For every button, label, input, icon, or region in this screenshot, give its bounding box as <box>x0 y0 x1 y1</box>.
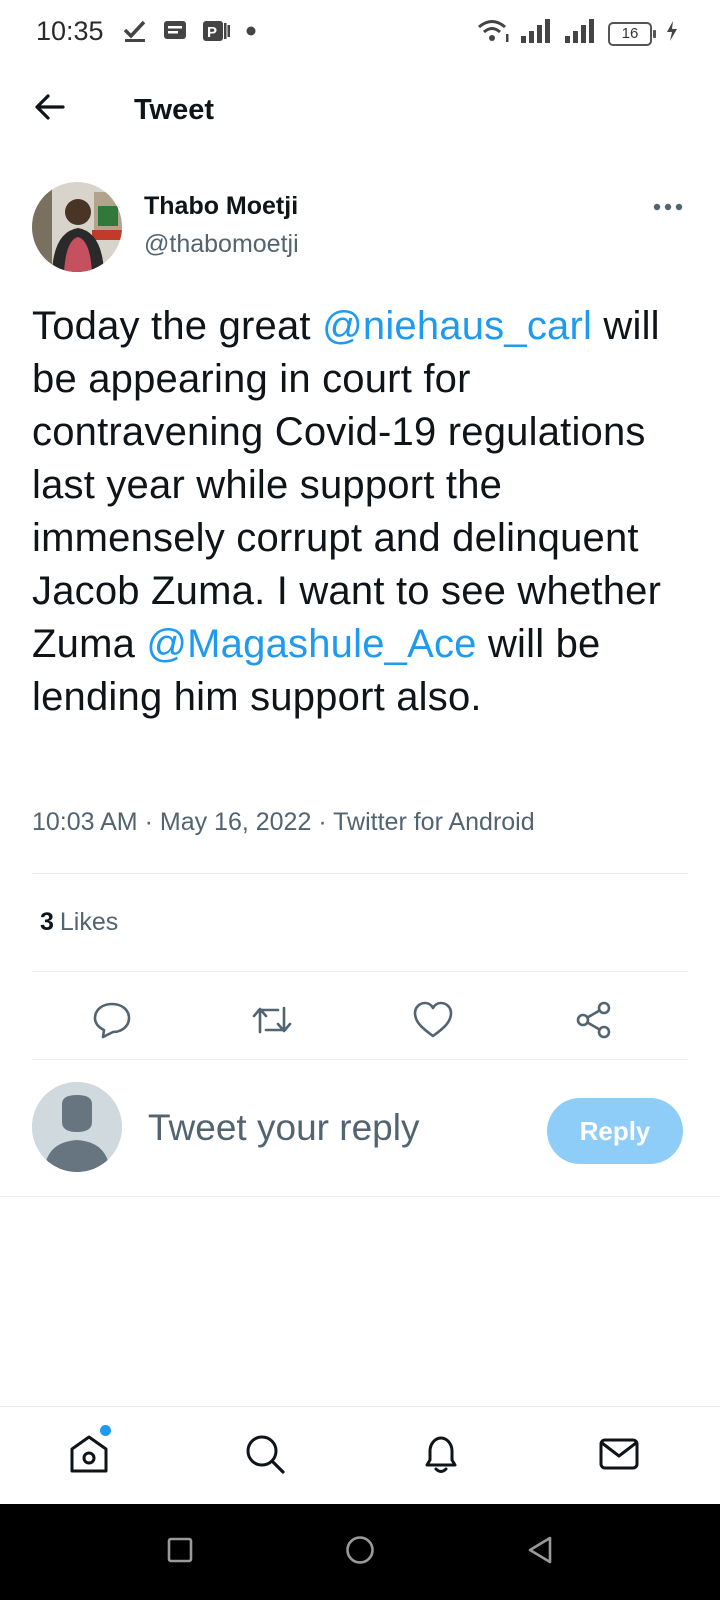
reply-button[interactable] <box>86 996 138 1048</box>
dot-icon <box>244 24 258 43</box>
back-button[interactable] <box>26 86 72 132</box>
message-icon <box>162 19 188 48</box>
tweet-source-link[interactable]: Twitter for Android <box>333 808 534 836</box>
reply-submit-button[interactable]: Reply <box>547 1098 683 1164</box>
reply-input[interactable] <box>148 1104 518 1152</box>
recent-apps-button[interactable] <box>160 1532 200 1572</box>
share-button[interactable] <box>568 996 620 1048</box>
bottom-nav <box>0 1406 720 1505</box>
nav-search[interactable] <box>240 1431 290 1481</box>
more-icon <box>653 198 683 216</box>
retweet-icon <box>250 1000 294 1045</box>
nav-notifications[interactable] <box>416 1431 466 1481</box>
nav-messages[interactable] <box>594 1431 644 1481</box>
separator: · <box>144 808 153 836</box>
tweet-text-part: will be appearing in court for contraven… <box>32 304 662 666</box>
status-bar: 10:35 P 16 <box>0 0 720 66</box>
default-avatar-icon <box>32 1082 122 1172</box>
new-content-dot <box>100 1425 111 1436</box>
author-name[interactable]: Thabo Moetji <box>144 192 298 221</box>
reply-composer: Reply <box>0 1060 720 1197</box>
separator: · <box>318 808 327 836</box>
tweet-author: Thabo Moetji @thabomoetji <box>32 182 688 274</box>
likes-number: 3 <box>40 908 54 936</box>
arrow-left-icon <box>33 93 65 126</box>
triangle-back-icon <box>526 1535 554 1570</box>
search-icon <box>243 1432 287 1481</box>
wifi-icon <box>476 18 510 49</box>
divider <box>32 971 688 972</box>
signal-icon <box>520 18 554 49</box>
app-notification-icon: P <box>202 19 230 48</box>
more-options-button[interactable] <box>648 194 688 220</box>
status-left-icons: P <box>122 18 258 49</box>
mention-link[interactable]: @niehaus_carl <box>322 304 592 348</box>
like-button[interactable] <box>407 996 459 1048</box>
signal-icon <box>564 18 598 49</box>
reply-icon <box>92 1000 132 1045</box>
tweet-actions <box>32 986 688 1058</box>
avatar[interactable] <box>32 182 122 272</box>
likes-label: Likes <box>59 908 119 936</box>
tweet-meta: 10:03 AM · May 16, 2022 · Twitter for An… <box>32 808 535 837</box>
home-system-button[interactable] <box>340 1532 380 1572</box>
circle-icon <box>345 1535 375 1570</box>
messages-icon <box>597 1432 641 1481</box>
tweet-text: Today the great @niehaus_carl will be ap… <box>32 300 672 724</box>
share-icon <box>574 1000 614 1045</box>
divider <box>32 873 688 874</box>
check-icon <box>122 18 148 49</box>
nav-home[interactable] <box>64 1425 114 1481</box>
page-title: Tweet <box>134 94 215 126</box>
retweet-button[interactable] <box>246 996 298 1048</box>
tweet-text-part: Today the great <box>32 304 323 348</box>
square-icon <box>167 1537 193 1568</box>
header-bar: Tweet <box>0 66 720 158</box>
home-icon <box>67 1432 111 1481</box>
likes-count[interactable]: 3 Likes <box>40 908 118 937</box>
status-time: 10:35 <box>36 16 104 46</box>
notifications-icon <box>419 1432 463 1481</box>
tweet-time: 10:03 AM <box>32 808 138 836</box>
author-handle[interactable]: @thabomoetji <box>144 230 299 259</box>
system-navigation-bar <box>0 1504 720 1600</box>
charging-icon <box>666 20 678 47</box>
status-right-icons: 16 <box>476 18 678 49</box>
svg-text:P: P <box>207 24 217 41</box>
battery-icon: 16 <box>608 21 656 46</box>
back-system-button[interactable] <box>520 1532 560 1572</box>
like-icon <box>412 1000 454 1045</box>
mention-link[interactable]: @Magashule_Ace <box>146 622 476 666</box>
tweet-date: May 16, 2022 <box>159 808 312 836</box>
